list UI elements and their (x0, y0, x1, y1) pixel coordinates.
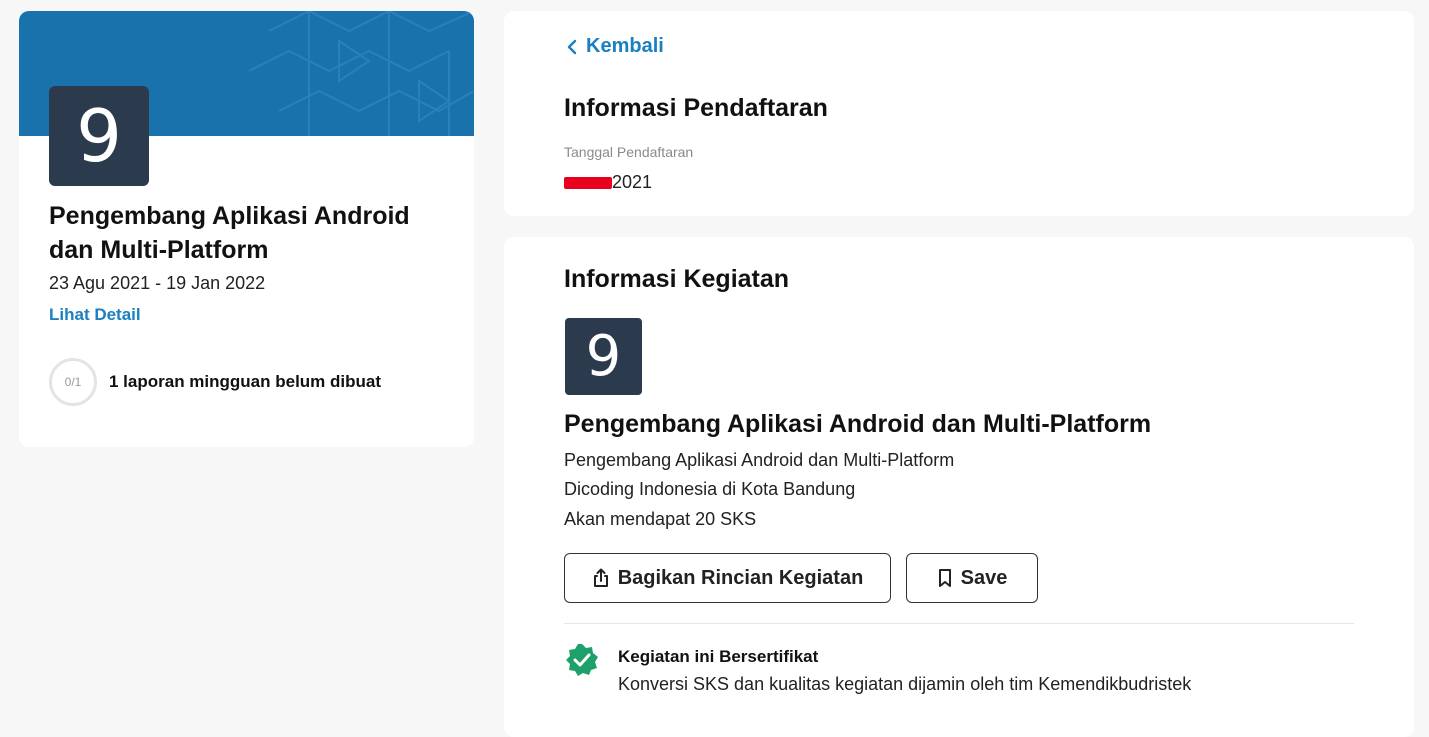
save-button[interactable]: Save (906, 553, 1038, 603)
share-icon (593, 568, 608, 587)
activity-title: Pengembang Aplikasi Android dan Multi-Pl… (564, 410, 1152, 438)
back-label: Kembali (586, 35, 664, 57)
activity-info-card: Informasi Kegiatan 9 Pengembang Aplikasi… (504, 237, 1414, 737)
save-button-label: Save (960, 566, 1008, 589)
registration-date-value: 2021 (564, 172, 652, 193)
certificate-title: Kegiatan ini Bersertifikat (618, 647, 819, 666)
back-link[interactable]: Kembali (566, 35, 664, 58)
activity-subtitle: Pengembang Aplikasi Android dan Multi-Pl… (564, 450, 955, 470)
bookmark-icon (938, 569, 951, 587)
program-dates: 23 Agu 2021 - 19 Jan 2022 (49, 273, 266, 293)
program-title: Pengembang Aplikasi Android dan Multi-Pl… (49, 202, 410, 264)
activity-logo: 9 (565, 318, 642, 395)
chevron-left-icon (567, 39, 577, 54)
registration-heading: Informasi Pendaftaran (564, 94, 828, 122)
share-activity-button[interactable]: Bagikan Rincian Kegiatan (564, 553, 891, 603)
program-logo: 9 (49, 86, 149, 186)
program-summary-card: 9 Pengembang Aplikasi Android dan Multi-… (19, 11, 474, 447)
certificate-description: Konversi SKS dan kualitas kegiatan dijam… (618, 674, 1192, 694)
verified-badge-icon (566, 644, 598, 676)
activity-organizer: Dicoding Indonesia di Kota Bandung (564, 479, 856, 499)
section-divider (564, 623, 1354, 624)
registration-date-label: Tanggal Pendaftaran (564, 144, 694, 160)
activity-credits: Akan mendapat 20 SKS (564, 509, 757, 529)
registration-info-card: Kembali Informasi Pendaftaran Tanggal Pe… (504, 11, 1414, 216)
weekly-report-status: 1 laporan mingguan belum dibuat (109, 372, 382, 391)
view-detail-link[interactable]: Lihat Detail (49, 305, 141, 325)
redaction-mark (564, 177, 612, 190)
activity-heading: Informasi Kegiatan (564, 265, 790, 293)
share-button-label: Bagikan Rincian Kegiatan (617, 566, 864, 589)
report-progress-ring: 0/1 (49, 358, 97, 406)
